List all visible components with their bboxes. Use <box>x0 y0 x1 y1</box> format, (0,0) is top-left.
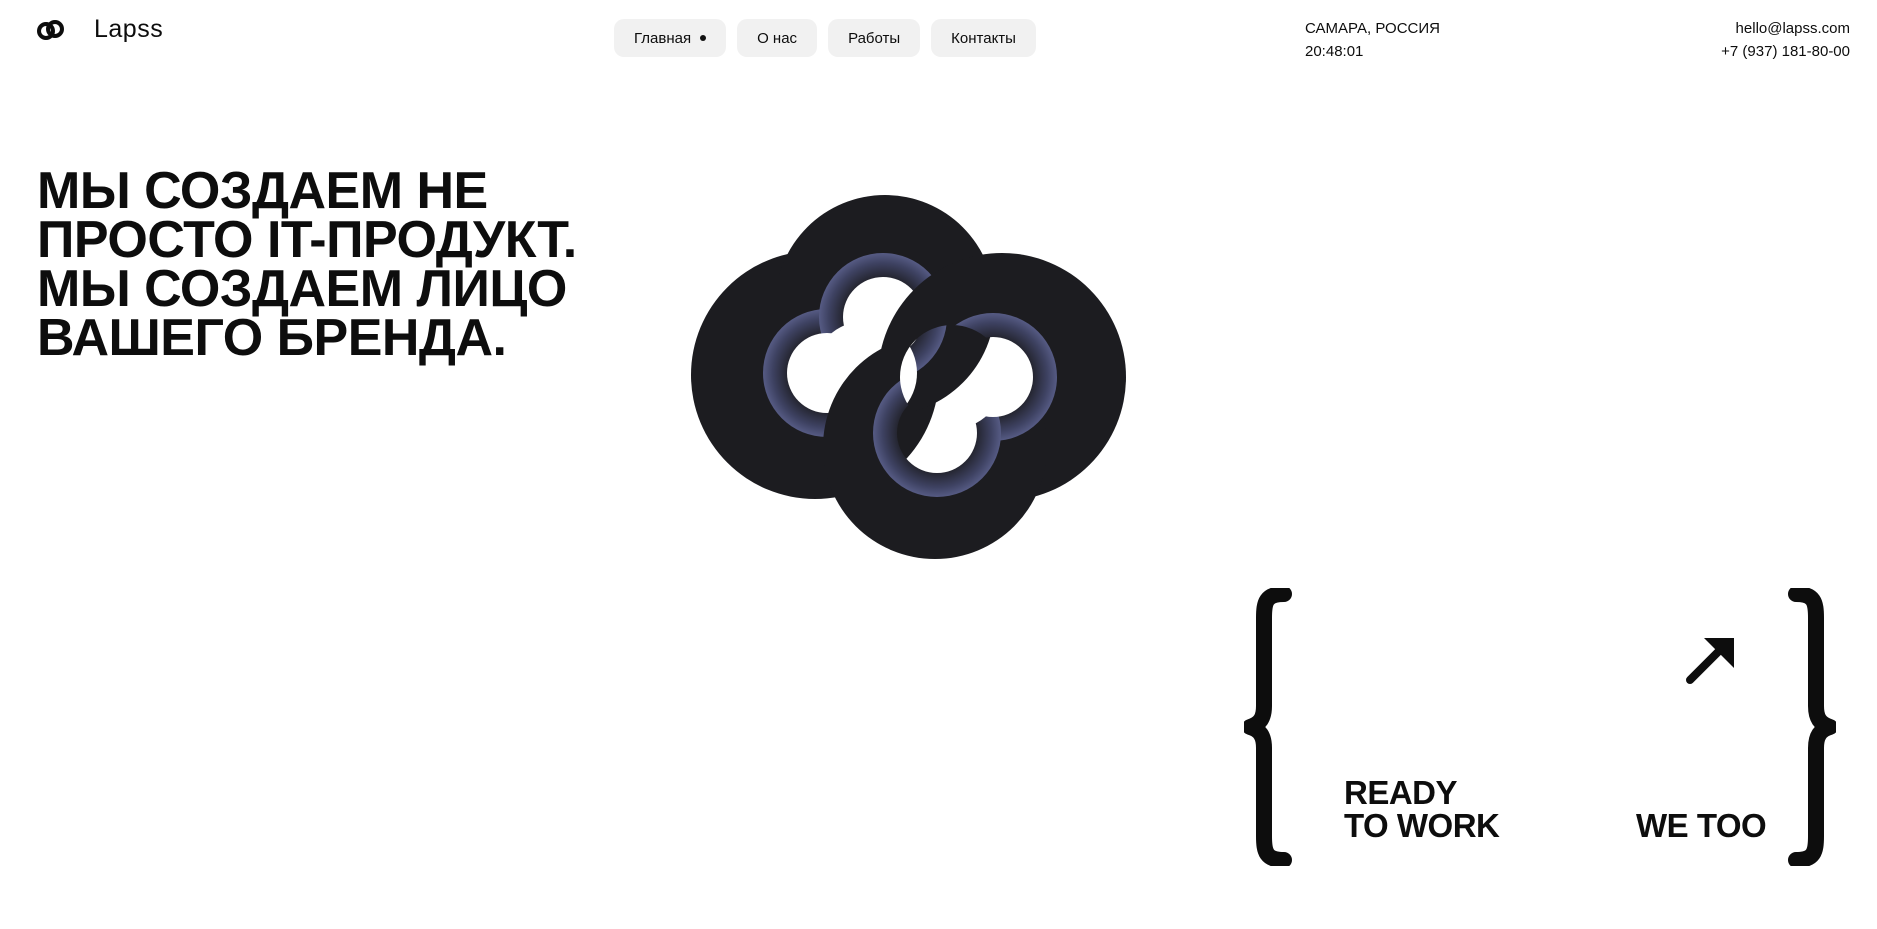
headline-line: МЫ СОЗДАЕМ ЛИЦО <box>37 260 567 318</box>
ready-to-work-text[interactable]: READY TO WORK <box>1344 774 1500 844</box>
main-nav: Главная О нас Работы Контакты <box>614 19 1036 57</box>
we-too-text: WE TOO <box>1636 807 1767 844</box>
headline-line: ПРОСТО IT-ПРОДУКТ. <box>37 211 577 269</box>
brand-name[interactable]: Lapss <box>94 15 163 44</box>
nav-item-works[interactable]: Работы <box>828 19 921 57</box>
headline-line: ВАШЕГО БРЕНДА. <box>37 309 507 367</box>
nav-item-label: Контакты <box>951 29 1016 47</box>
linked-rings-icon[interactable] <box>36 18 66 42</box>
phone-link[interactable]: +7 (937) 181-80-00 <box>1721 40 1850 63</box>
active-dot-icon <box>700 35 707 41</box>
page: Lapss Главная О нас Работы Контакты САМА… <box>0 0 1877 929</box>
hero-headline: МЫ СОЗДАЕМ НЕ ПРОСТО IT-ПРОДУКТ. МЫ СОЗД… <box>37 162 677 367</box>
nav-item-label: О нас <box>757 29 798 47</box>
linked-rings-logo <box>691 195 1126 559</box>
ready-line: TO WORK <box>1344 807 1500 844</box>
arrow-up-right-icon[interactable] <box>1682 632 1738 688</box>
contact-block: hello@lapss.com +7 (937) 181-80-00 <box>1721 17 1850 63</box>
nav-item-home[interactable]: Главная <box>614 19 727 57</box>
nav-item-label: Главная <box>634 29 692 47</box>
email-link[interactable]: hello@lapss.com <box>1721 17 1850 40</box>
location-text: САМАРА, РОССИЯ <box>1305 20 1440 37</box>
ready-line: READY <box>1344 774 1458 811</box>
location-block: САМАРА, РОССИЯ 20:48:01 <box>1305 17 1440 63</box>
nav-item-label: Работы <box>848 29 901 47</box>
nav-item-about[interactable]: О нас <box>737 19 818 57</box>
local-time: 20:48:01 <box>1305 43 1364 60</box>
right-curly-brace-icon <box>1788 588 1836 866</box>
headline-line: МЫ СОЗДАЕМ НЕ <box>37 162 488 220</box>
left-curly-brace-icon <box>1244 588 1292 866</box>
nav-item-contacts[interactable]: Контакты <box>931 19 1036 57</box>
